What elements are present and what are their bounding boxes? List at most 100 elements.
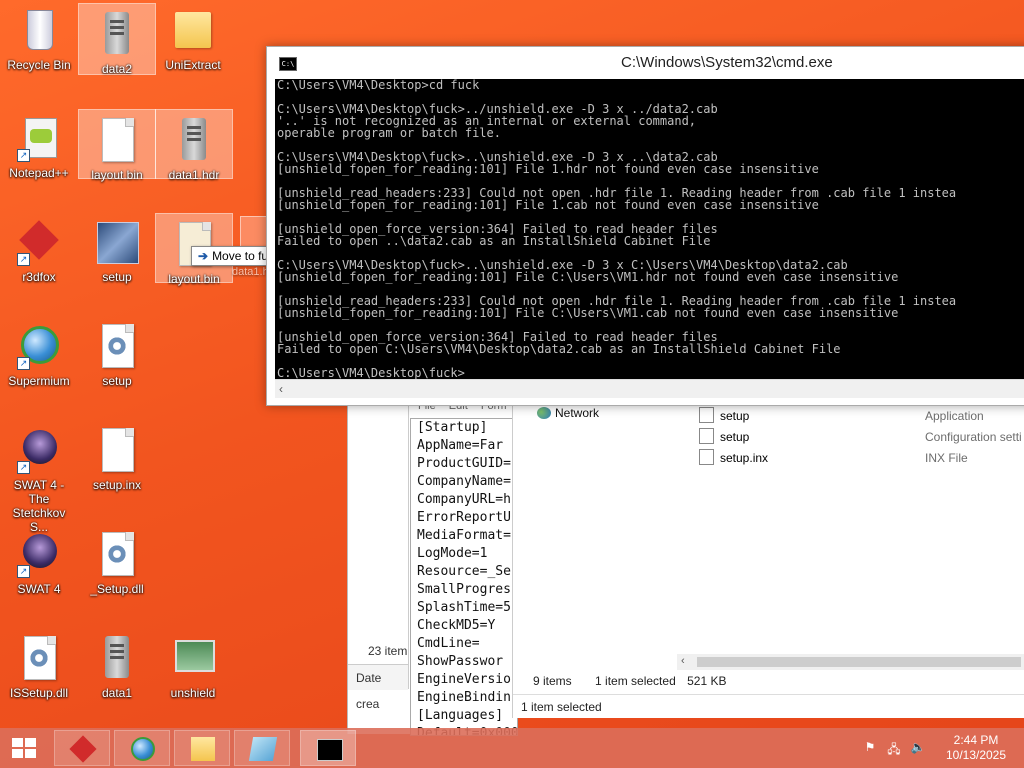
desktop-icon-r3dfox[interactable]: ↗ r3dfox (1, 212, 77, 312)
unshield-app-icon (175, 640, 215, 672)
desktop-icon-label: data2 (101, 62, 133, 76)
hdr-file-icon (182, 118, 206, 160)
cabinet-file-icon (105, 12, 129, 54)
desktop-icon-setup-exe[interactable]: setup (79, 212, 155, 312)
desktop-icon-label: Supermium (8, 374, 70, 388)
taskbar-cmd[interactable] (300, 730, 356, 766)
secondary-status-bar: 1 item selected (513, 694, 1024, 718)
swat4-icon (23, 534, 57, 568)
windows-logo-icon (12, 738, 36, 758)
text-line: SmallProgres (417, 582, 511, 597)
desktop-icon-uniextract[interactable]: UniExtract (155, 0, 231, 100)
file-row[interactable]: setup Application (681, 406, 1024, 427)
console-line: Failed to open ..\data2.cab as an Instal… (277, 234, 711, 248)
action-center-icon[interactable]: ⚑ (862, 740, 878, 756)
date-created-column[interactable]: Date crea (348, 664, 408, 711)
desktop-icon-unshield[interactable]: unshield (155, 628, 231, 728)
scroll-left-icon[interactable]: ‹ (681, 655, 685, 667)
file-row[interactable]: setup Configuration setti (681, 427, 1024, 448)
file-name: setup (720, 430, 750, 444)
cmd-window-title: C:\Windows\System32\cmd.exe (621, 54, 833, 71)
swat4-icon (23, 430, 57, 464)
text-line: ShowPasswor (417, 654, 504, 669)
scroll-left-icon[interactable]: ‹ (279, 382, 283, 396)
text-line: EngineBindin (417, 690, 511, 705)
notepad-icon (248, 737, 278, 761)
desktop-icon-recycle-bin[interactable]: Recycle Bin (1, 0, 77, 100)
installer-icon (97, 222, 139, 264)
text-line: [Languages] (417, 708, 504, 723)
taskbar-supermium[interactable] (114, 730, 170, 766)
desktop-icon-label: _Setup.dll (90, 582, 144, 596)
desktop-icon-setup-dll[interactable]: _Setup.dll (79, 524, 155, 624)
taskbar-notepad[interactable] (234, 730, 290, 766)
system-tray: ⚑ 🖧 🔈 2:44 PM 10/13/2025 (856, 728, 1016, 768)
taskbar-r3dfox[interactable] (54, 730, 110, 766)
network-icon[interactable]: 🖧 (886, 740, 902, 756)
folder-icon (175, 12, 211, 48)
text-line: LogMode=1 (417, 546, 488, 561)
desktop-icon-label: data1.hdr (168, 168, 220, 182)
text-line: CompanyName= (417, 474, 511, 489)
desktop-icon-data2[interactable]: data2 (78, 3, 156, 76)
desktop-icon-swat4[interactable]: ↗ SWAT 4 (1, 524, 77, 624)
console-line: Failed to open C:\Users\VM4\Desktop\data… (277, 342, 841, 356)
desktop-icon-label: UniExtract (165, 58, 221, 72)
desktop-icon-supermium[interactable]: ↗ Supermium (1, 316, 77, 416)
console-line: [unshield_fopen_for_reading:101] File C:… (277, 270, 899, 284)
status-bar: 9 items 1 item selected 521 KB (513, 670, 1024, 692)
console-line: [unshield_fopen_for_reading:101] File C:… (277, 306, 899, 320)
desktop-icon-setup-ini[interactable]: setup (79, 316, 155, 416)
text-line: CmdLine= (417, 636, 480, 651)
console-line: C:\Users\VM4\Desktop\fuck> (277, 366, 465, 379)
move-arrow-icon: ➔ (198, 249, 209, 263)
text-line: CompanyURL=h (417, 492, 511, 507)
desktop-icon-layout-bin[interactable]: layout.bin (78, 109, 156, 182)
taskbar-file-explorer[interactable] (174, 730, 230, 766)
status-selected: 1 item selected (595, 674, 676, 688)
desktop-icon-data1[interactable]: data1 (79, 628, 155, 728)
console-line: C:\Users\VM4\Desktop>cd fuck (277, 79, 480, 92)
text-line: MediaFormat= (417, 528, 511, 543)
text-line: ProductGUID= (417, 456, 511, 471)
item-count: 23 item (368, 644, 408, 658)
desktop-icon-setup-inx[interactable]: setup.inx (79, 420, 155, 520)
desktop-icon-label: layout.bin (168, 272, 220, 286)
console-output[interactable]: C:\Users\VM4\Desktop>cd fuck C:\Users\VM… (275, 79, 1024, 379)
text-line: [Startup] (417, 420, 488, 435)
text-line: CheckMD5=Y (417, 618, 496, 633)
gear-icon (107, 336, 127, 356)
desktop-icon-label: setup (102, 270, 132, 284)
cmd-titlebar[interactable]: C:\ C:\Windows\System32\cmd.exe (267, 47, 1024, 79)
desktop-icon-swat4-stetchkov[interactable]: ↗ SWAT 4 - The Stetchkov S... (1, 420, 77, 534)
clock[interactable]: 2:44 PM 10/13/2025 (936, 733, 1016, 763)
text-line: AppName=Far (417, 438, 504, 453)
gear-icon (29, 648, 49, 668)
file-row[interactable]: setup.inx INX File (681, 448, 1024, 469)
text-line: ErrorReportU (417, 510, 511, 525)
desktop-icon-notepad-plus-plus[interactable]: ↗ Notepad++ (1, 108, 77, 208)
volume-icon[interactable]: 🔈 (910, 740, 926, 756)
notepad-text-area[interactable]: [Startup] AppName=Far ProductGUID= CompanyN… (410, 418, 518, 736)
r3dfox-icon (69, 735, 97, 763)
file-list: setup Application setup Configuration sett… (681, 406, 1024, 469)
scrollbar-thumb[interactable] (697, 657, 1021, 667)
network-icon (537, 407, 551, 419)
desktop-icon-label: unshield (170, 686, 216, 700)
horizontal-scrollbar[interactable]: ‹ (677, 654, 1024, 670)
cmd-icon (317, 739, 343, 761)
console-line: [unshield_fopen_for_reading:101] File 1.… (277, 198, 819, 212)
console-horizontal-scrollbar[interactable]: ‹ (275, 379, 1024, 398)
cmd-app-icon[interactable]: C:\ (279, 57, 297, 71)
nav-network[interactable]: Network (537, 406, 599, 420)
desktop-icon-data1-hdr[interactable]: data1.hdr (155, 109, 233, 182)
file-icon (102, 118, 134, 162)
start-button[interactable] (0, 728, 48, 768)
folder-icon (191, 737, 215, 761)
desktop-icon-issetup-dll[interactable]: ISSetup.dll (1, 628, 77, 728)
desktop-icon-label: SWAT 4 (17, 582, 61, 596)
clock-date: 10/13/2025 (945, 748, 1007, 762)
file-type: Application (925, 409, 984, 423)
application-icon (699, 407, 714, 423)
notepad-window: 23 item Date crea File Edit Form [Startu… (347, 404, 518, 736)
